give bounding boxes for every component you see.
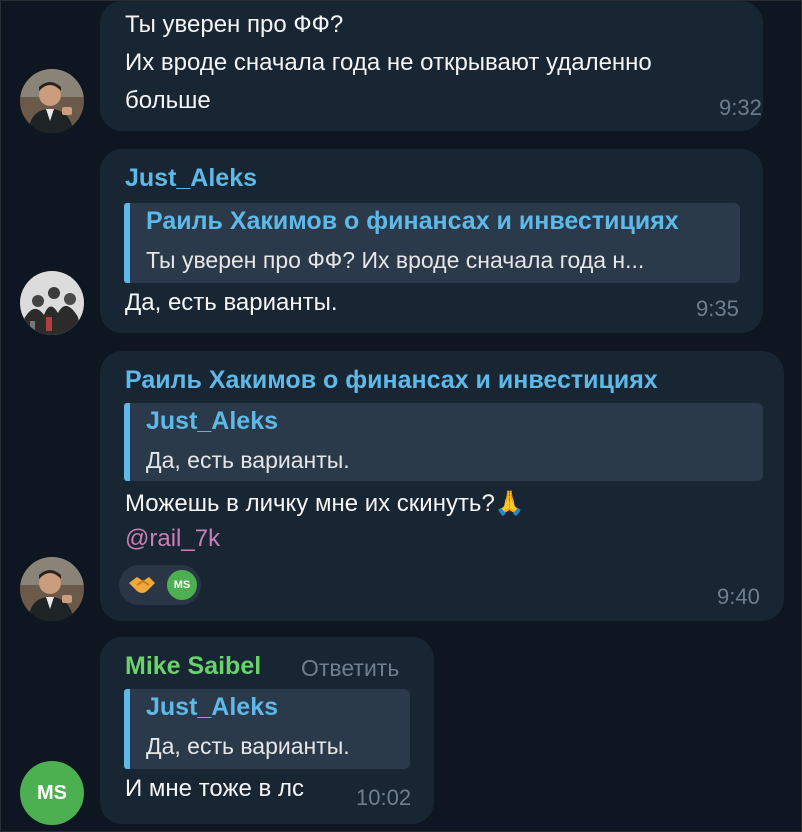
sender-name[interactable]: Раиль Хакимов о финансах и инвестициях: [125, 366, 658, 395]
message-text-line: Ты уверен про ФФ?: [125, 11, 344, 38]
reply-text: Да, есть варианты.: [146, 733, 350, 759]
reply-quote[interactable]: Раиль Хакимов о финансах и инвестициях Т…: [124, 203, 740, 283]
message-text: Да, есть варианты.: [125, 289, 338, 316]
reaction-chip[interactable]: MS: [119, 565, 201, 605]
avatar-just-aleks[interactable]: [20, 271, 84, 335]
reply-bar: [124, 403, 130, 481]
handshake-icon: [127, 573, 157, 597]
reply-title: Just_Aleks: [146, 693, 279, 721]
reaction-user-avatar: MS: [165, 568, 199, 602]
chat-window: Ты уверен про ФФ? Их вроде сначала года …: [0, 0, 802, 832]
message-text: И мне тоже в лс: [125, 775, 304, 802]
message-time: 9:35: [696, 296, 739, 321]
message-bubble[interactable]: Just_Aleks Раиль Хакимов о финансах и ин…: [100, 149, 763, 333]
reply-title: Раиль Хакимов о финансах и инвестициях: [146, 207, 679, 235]
sender-name[interactable]: Mike Saibel: [125, 652, 261, 681]
avatar-rail[interactable]: [20, 557, 84, 621]
reply-quote[interactable]: Just_Aleks Да, есть варианты.: [124, 689, 410, 769]
avatar-rail[interactable]: [20, 69, 84, 133]
avatar-mike-saibel[interactable]: MS: [20, 761, 84, 825]
message-text-content: Можешь в личку мне их скинуть?: [125, 490, 495, 517]
pray-emoji-icon: 🙏: [494, 490, 525, 517]
mention-link[interactable]: @rail_7k: [125, 525, 220, 553]
message-bubble[interactable]: Mike Saibel Ответить Just_Aleks Да, есть…: [100, 637, 434, 824]
message-bubble[interactable]: Ты уверен про ФФ? Их вроде сначала года …: [100, 1, 763, 131]
reply-quote[interactable]: Just_Aleks Да, есть варианты.: [124, 403, 763, 481]
reply-text: Да, есть варианты.: [146, 447, 350, 473]
sender-name[interactable]: Just_Aleks: [125, 164, 257, 193]
reply-text: Ты уверен про ФФ? Их вроде сначала года …: [146, 247, 645, 273]
message-text-line: Их вроде сначала года не открывают удале…: [125, 49, 652, 76]
message-text: Можешь в личку мне их скинуть?🙏: [125, 489, 525, 518]
message-time: 10:02: [356, 785, 412, 810]
message-time: 9:40: [717, 584, 760, 609]
reply-title: Just_Aleks: [146, 407, 279, 435]
message-text-line: больше: [125, 87, 211, 114]
reply-action-link[interactable]: Ответить: [301, 655, 399, 682]
reply-bar: [124, 689, 130, 769]
message-time: 9:32: [719, 95, 762, 120]
reply-bar: [124, 203, 130, 283]
message-bubble[interactable]: Раиль Хакимов о финансах и инвестициях J…: [100, 351, 784, 621]
avatar-initials: MS: [37, 782, 67, 804]
